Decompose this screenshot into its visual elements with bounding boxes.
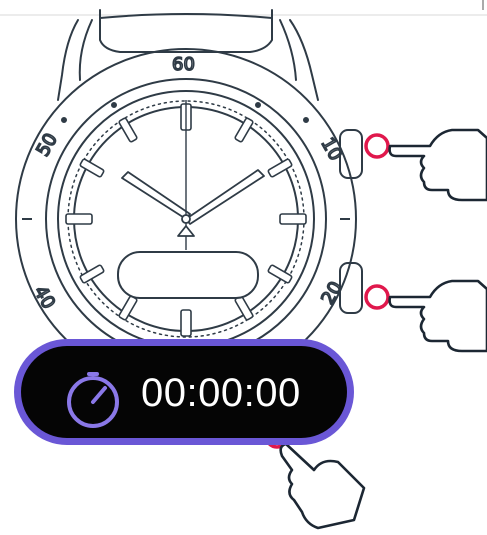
digital-display-window <box>117 251 259 299</box>
hand-pointer-upper <box>388 128 487 202</box>
bezel-label-40: 40 <box>29 282 59 312</box>
hour-hand <box>121 171 191 220</box>
timer-value: 00:00:00 <box>141 371 301 415</box>
bezel-label-60: 60 <box>172 54 195 75</box>
watch-drawing: 60 10 20 40 50 <box>15 9 487 530</box>
hand-pointer-screen <box>279 442 366 530</box>
upper-button-press-indicator <box>364 133 390 159</box>
watch-illustration: 60 10 20 40 50 00:00:00 <box>0 0 487 535</box>
timer-display[interactable]: 00:00:00 <box>14 339 354 445</box>
minute-hand <box>185 169 265 225</box>
bezel-label-50: 50 <box>32 130 62 160</box>
lower-button-press-indicator <box>364 284 390 310</box>
stopwatch-icon <box>67 372 119 428</box>
hand-pointer-lower <box>388 279 487 353</box>
timer-display-inner: 00:00:00 <box>21 346 347 438</box>
upper-lugs <box>57 19 79 101</box>
bezel-label-10: 10 <box>316 134 346 164</box>
bezel-label-20: 20 <box>317 278 347 308</box>
